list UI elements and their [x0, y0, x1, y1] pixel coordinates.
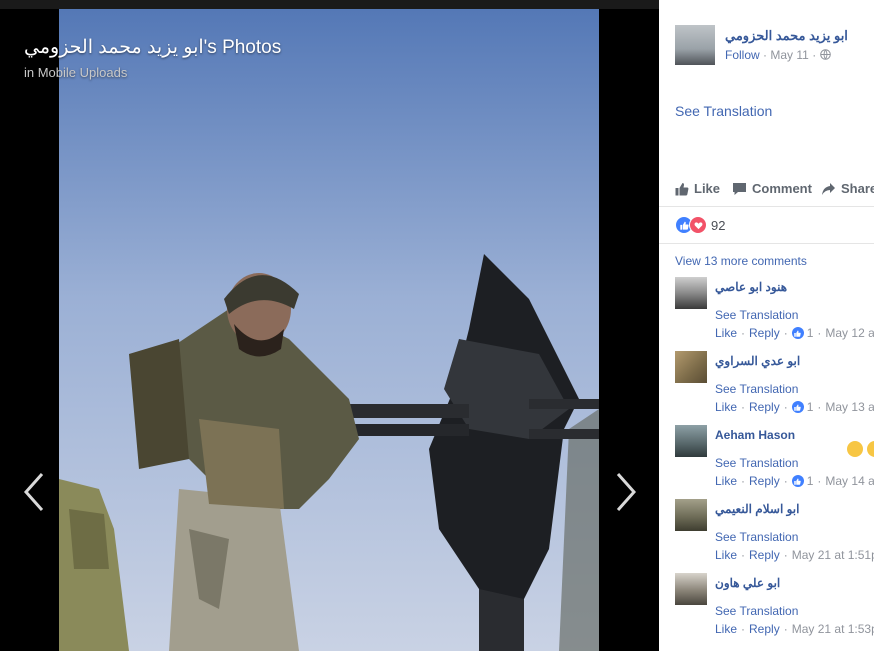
see-translation-link[interactable]: See Translation — [715, 456, 798, 470]
photo-image — [59, 9, 599, 651]
globe-icon — [819, 49, 831, 60]
author-avatar[interactable] — [675, 25, 715, 65]
comment-like-count[interactable]: 1 — [807, 326, 814, 340]
post-meta: Follow · May 11 · — [725, 48, 831, 62]
like-badge-icon — [791, 401, 804, 413]
commenter-avatar[interactable] — [675, 425, 707, 457]
comment-like-button[interactable]: Like — [715, 326, 737, 340]
comment-icon — [733, 182, 746, 195]
chevron-right-icon — [616, 473, 637, 511]
comment-item: ابو علي هاون See Translation Like · Reply… — [675, 573, 874, 643]
photo-viewer: ابو يزيد محمد الحزومي's Photos in Mobile… — [0, 0, 659, 651]
comment-like-count[interactable]: 1 — [807, 474, 814, 488]
see-translation-link[interactable]: See Translation — [715, 530, 798, 544]
comment-time[interactable]: May 21 at 1:51p — [792, 548, 874, 562]
comment-time[interactable]: May 14 at — [825, 474, 874, 488]
meta-separator: · — [763, 48, 768, 62]
comment-like-button[interactable]: Like — [715, 474, 737, 488]
comment-item: Aeham Hason See Translation Like · Reply ·… — [675, 425, 874, 495]
comment-like-button[interactable]: Like — [715, 548, 737, 562]
divider — [659, 243, 874, 244]
chevron-left-icon — [23, 473, 44, 511]
comment-meta: Like · Reply · May 21 at 1:51p — [715, 548, 874, 562]
commenter-name[interactable]: ابو علي هاون — [715, 576, 780, 590]
comment-time[interactable]: May 12 at — [825, 326, 874, 340]
reactions-summary[interactable]: 92 — [675, 216, 725, 234]
view-more-comments-link[interactable]: View 13 more comments — [675, 254, 807, 268]
comment-label: Comment — [752, 181, 812, 196]
comment-like-button[interactable]: Like — [715, 622, 737, 636]
previous-photo-button[interactable] — [20, 470, 50, 514]
heart-eyes-emoji-icon — [867, 441, 874, 457]
commenter-name[interactable]: هنود ابو عاصي — [715, 280, 787, 294]
comment-item: ابو اسلام النعيمي See Translation Like · … — [675, 499, 874, 569]
see-translation-link[interactable]: See Translation — [675, 103, 772, 119]
share-label: Share — [841, 181, 874, 196]
comment-meta: Like · Reply · May 21 at 1:53p — [715, 622, 874, 636]
like-badge-icon — [791, 475, 804, 487]
thumbs-up-icon — [675, 182, 689, 195]
photo[interactable] — [59, 9, 599, 651]
comment-item: هنود ابو عاصي See Translation Like · Repl… — [675, 277, 874, 347]
post-date[interactable]: May 11 — [770, 48, 808, 62]
commenter-avatar[interactable] — [675, 573, 707, 605]
heart-eyes-emoji-icon — [847, 441, 863, 457]
commenter-avatar[interactable] — [675, 277, 707, 309]
comment-meta: Like · Reply · 1 · May 14 at — [715, 474, 874, 488]
comment-like-count[interactable]: 1 — [807, 400, 814, 414]
commenter-avatar[interactable] — [675, 499, 707, 531]
commenter-name[interactable]: Aeham Hason — [715, 428, 795, 442]
comment-reply-button[interactable]: Reply — [749, 326, 780, 340]
commenter-avatar[interactable] — [675, 351, 707, 383]
comment-meta: Like · Reply · 1 · May 12 at — [715, 326, 874, 340]
commenter-name[interactable]: ابو اسلام النعيمي — [715, 502, 799, 516]
comment-meta: Like · Reply · 1 · May 13 at — [715, 400, 874, 414]
share-arrow-icon — [822, 182, 835, 195]
comment-time[interactable]: May 13 at — [825, 400, 874, 414]
see-translation-link[interactable]: See Translation — [715, 604, 798, 618]
next-photo-button[interactable] — [610, 470, 640, 514]
comment-time[interactable]: May 21 at 1:53p — [792, 622, 874, 636]
comment-button[interactable]: Comment — [732, 181, 812, 196]
viewer-top-strip — [0, 0, 659, 9]
album-title[interactable]: ابو يزيد محمد الحزومي's Photos — [24, 36, 281, 59]
comment-like-button[interactable]: Like — [715, 400, 737, 414]
post-panel: ابو يزيد محمد الحزومي Follow · May 11 · … — [659, 0, 874, 651]
see-translation-link[interactable]: See Translation — [715, 382, 798, 396]
like-label: Like — [694, 181, 721, 196]
see-translation-link[interactable]: See Translation — [715, 308, 798, 322]
comment-reply-button[interactable]: Reply — [749, 474, 780, 488]
album-subtitle[interactable]: in Mobile Uploads — [24, 65, 127, 80]
comment-reply-button[interactable]: Reply — [749, 622, 780, 636]
comment-reply-button[interactable]: Reply — [749, 400, 780, 414]
reaction-count[interactable]: 92 — [711, 218, 725, 233]
follow-button[interactable]: Follow — [725, 48, 760, 62]
meta-separator: · — [812, 48, 817, 62]
like-button[interactable]: Like — [675, 181, 720, 196]
action-bar: Like Comment Share — [659, 174, 874, 207]
author-name[interactable]: ابو يزيد محمد الحزومي — [725, 28, 848, 44]
comment-reply-button[interactable]: Reply — [749, 548, 780, 562]
share-button[interactable]: Share — [821, 181, 874, 196]
comment-item: ابو عدي السراوي See Translation Like · Re… — [675, 351, 874, 421]
like-badge-icon — [791, 327, 804, 339]
love-reaction-icon — [689, 216, 707, 234]
commenter-name[interactable]: ابو عدي السراوي — [715, 354, 800, 368]
